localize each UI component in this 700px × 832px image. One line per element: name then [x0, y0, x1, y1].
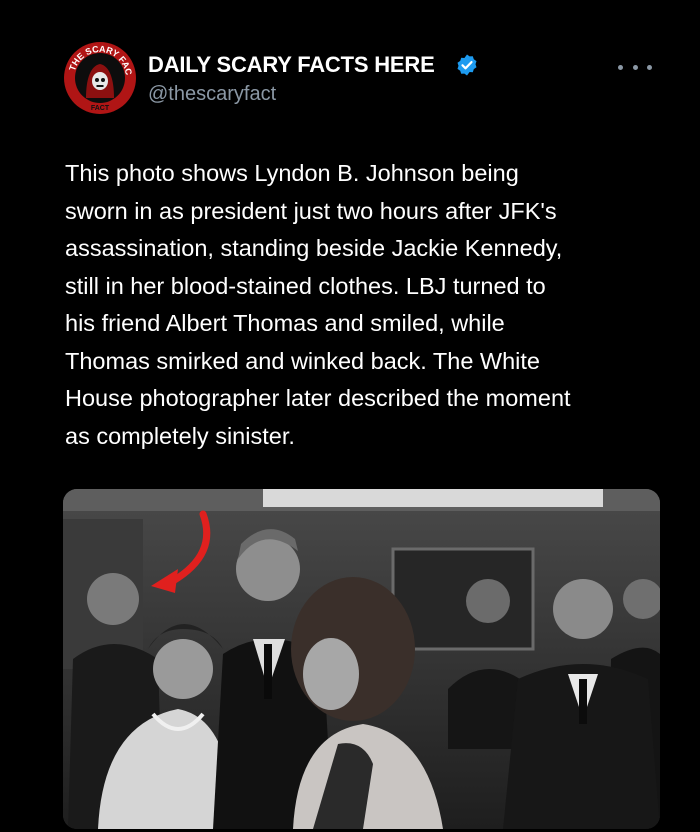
svg-text:FACT: FACT: [91, 105, 110, 112]
verified-badge-icon: [455, 53, 479, 77]
more-horizontal-icon[interactable]: [618, 58, 652, 76]
tweet-photo[interactable]: [63, 489, 660, 829]
avatar[interactable]: THE SCARY FACT FACT: [62, 40, 138, 116]
tweet-text: This photo shows Lyndon B. Johnson being…: [65, 160, 571, 449]
tweet-card: THE SCARY FACT FACT DAILY SCARY FACTS HE…: [0, 0, 700, 832]
photo-illustration: [63, 489, 660, 829]
skull-logo-icon: THE SCARY FACT FACT: [62, 40, 136, 114]
user-handle[interactable]: @thescaryfact: [148, 83, 276, 106]
display-name[interactable]: DAILY SCARY FACTS HERE: [148, 52, 435, 78]
